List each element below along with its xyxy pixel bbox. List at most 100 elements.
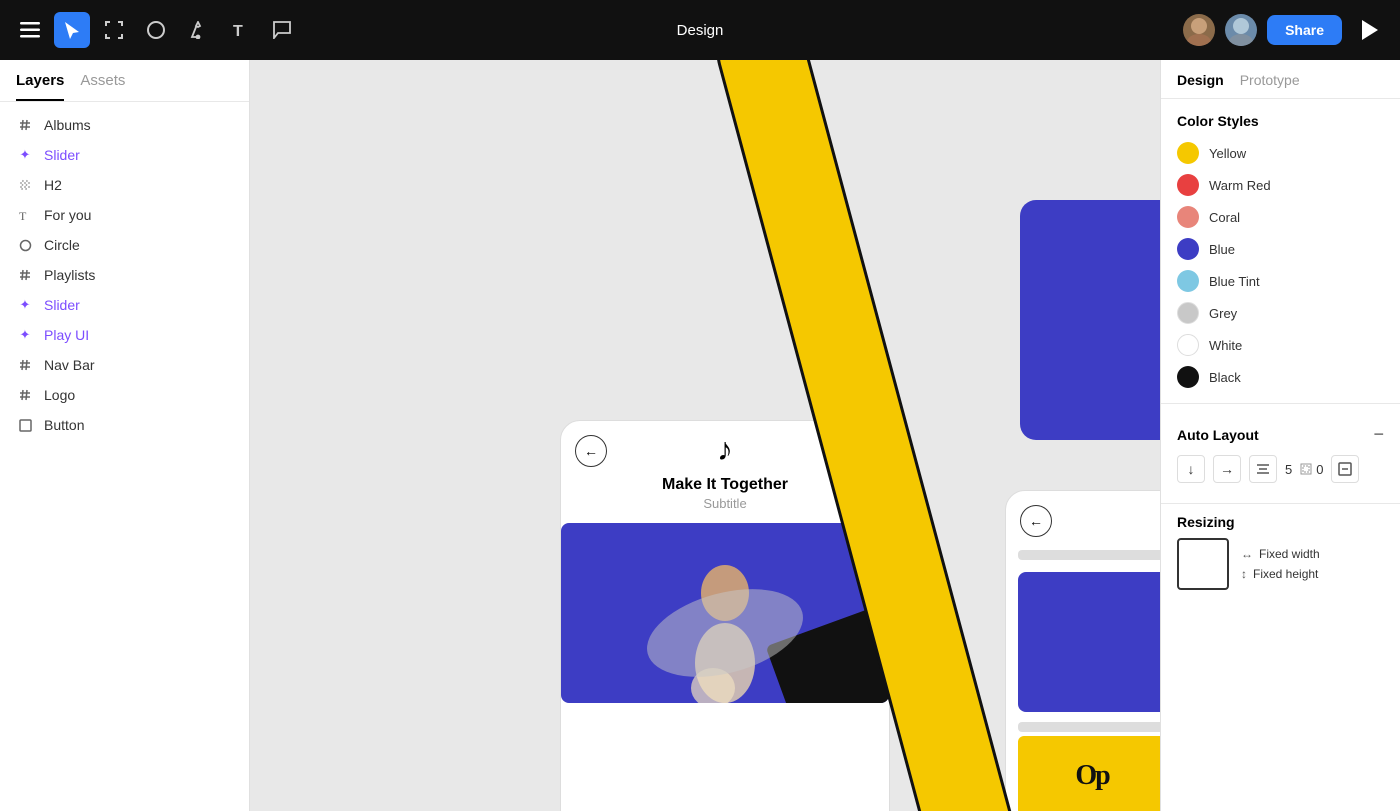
layer-slider-1[interactable]: ✦ Slider [0,140,249,170]
fixed-width-label: Fixed width [1259,547,1320,561]
layer-playlists[interactable]: Playlists [0,260,249,290]
layer-for-you[interactable]: T For you [0,200,249,230]
color-row-grey[interactable]: Grey [1161,297,1400,329]
resizing-content: ↔ Fixed width ↕ Fixed height [1177,538,1384,590]
layer-nav-bar[interactable]: Nav Bar [0,350,249,380]
tab-assets[interactable]: Assets [80,72,125,101]
text-tool[interactable]: T [222,12,258,48]
toolbar-right: Share [1183,12,1388,48]
menu-icon[interactable] [12,12,48,48]
layer-logo[interactable]: Logo [0,380,249,410]
toolbar: T Design Share [0,0,1400,60]
color-label-warm-red: Warm Red [1209,178,1271,193]
resize-box [1177,538,1229,590]
share-button[interactable]: Share [1267,15,1342,45]
swatch-white [1177,334,1199,356]
hash-icon-3 [16,356,34,374]
color-label-coral: Coral [1209,210,1240,225]
layer-albums-label: Albums [44,117,91,133]
fixed-width-row: ↔ Fixed width [1241,547,1320,561]
layer-button[interactable]: Button [0,410,249,440]
hash-icon-2 [16,266,34,284]
layer-h2-label: H2 [44,177,62,193]
select-tool[interactable] [54,12,90,48]
layer-slider-2-label: Slider [44,297,80,313]
fixed-height-row: ↕ Fixed height [1241,567,1320,581]
color-row-warm-red[interactable]: Warm Red [1161,169,1400,201]
comment-tool[interactable] [264,12,300,48]
layers-list: Albums ✦ Slider H2 T For you [0,102,249,811]
divider-1 [1161,403,1400,404]
canvas[interactable]: Headline NEW! [250,60,1160,811]
color-label-yellow: Yellow [1209,146,1246,161]
layer-slider-1-label: Slider [44,147,80,163]
tab-layers[interactable]: Layers [16,72,64,101]
asterisk-icon-3: ✦ [16,326,34,344]
color-row-yellow[interactable]: Yellow [1161,137,1400,169]
frame-tool[interactable] [96,12,132,48]
hash-icon-4 [16,386,34,404]
layer-albums[interactable]: Albums [0,110,249,140]
auto-layout-title: Auto Layout [1177,427,1259,443]
circle-tool[interactable] [138,12,174,48]
main-layout: Layers Assets Albums ✦ Slider H2 [0,60,1400,811]
grey-line-2 [1018,722,1160,732]
tab-prototype[interactable]: Prototype [1240,72,1300,98]
layer-circle-label: Circle [44,237,80,253]
al-arrow-right[interactable]: → [1213,455,1241,483]
layer-nav-bar-label: Nav Bar [44,357,95,373]
square-icon [16,416,34,434]
asterisk-icon-1: ✦ [16,146,34,164]
al-arrow-down[interactable]: ↓ [1177,455,1205,483]
auto-layout-collapse[interactable]: − [1373,424,1384,445]
color-row-white[interactable]: White [1161,329,1400,361]
auto-layout-controls: ↓ → 5 0 [1161,451,1400,493]
swatch-black [1177,366,1199,388]
divider-2 [1161,503,1400,504]
swatch-coral [1177,206,1199,228]
al-align-icon[interactable] [1249,455,1277,483]
color-row-black[interactable]: Black [1161,361,1400,393]
resize-labels: ↔ Fixed width ↕ Fixed height [1241,547,1320,581]
small-card-yellow: Op [1018,736,1160,811]
layer-playlists-label: Playlists [44,267,95,283]
color-label-grey: Grey [1209,306,1237,321]
small-card-row: Op [1006,736,1160,811]
auto-layout-header: Auto Layout − [1161,414,1400,451]
swatch-blue-tint [1177,270,1199,292]
swatch-warm-red [1177,174,1199,196]
layer-circle[interactable]: Circle [0,230,249,260]
back-button-right[interactable]: ← [1020,505,1052,537]
al-gap-number: 5 [1285,462,1292,477]
layer-button-label: Button [44,417,84,433]
hash-dashed-icon [16,176,34,194]
al-wrap-icon[interactable] [1331,455,1359,483]
text-icon: T [16,206,34,224]
tab-design[interactable]: Design [1177,72,1224,98]
color-label-blue: Blue [1209,242,1235,257]
back-button-left[interactable]: ← [575,435,607,467]
right-panel-tabs: Design Prototype [1161,60,1400,99]
layer-slider-2[interactable]: ✦ Slider [0,290,249,320]
color-row-coral[interactable]: Coral [1161,201,1400,233]
play-button[interactable] [1352,12,1388,48]
resizing-section: Resizing ↔ Fixed width ↕ Fixed height [1161,514,1400,606]
color-label-blue-tint: Blue Tint [1209,274,1260,289]
color-row-blue-tint[interactable]: Blue Tint [1161,265,1400,297]
svg-text:T: T [233,23,243,39]
swatch-yellow [1177,142,1199,164]
color-label-white: White [1209,338,1242,353]
pen-tool[interactable] [180,12,216,48]
mobile-card-right: ← ♪ ▶ Op [1005,490,1160,811]
color-row-blue[interactable]: Blue [1161,233,1400,265]
album-art-left [561,523,889,703]
al-gap-value: 5 [1285,462,1292,477]
hash-icon [16,116,34,134]
layer-h2[interactable]: H2 [0,170,249,200]
fixed-width-icon: ↔ [1241,547,1253,561]
panel-tabs: Layers Assets [0,60,249,102]
layer-play-ui[interactable]: ✦ Play UI [0,320,249,350]
background-frame [1020,200,1160,440]
small-card-label: Op [1075,760,1108,792]
swatch-grey [1177,302,1199,324]
